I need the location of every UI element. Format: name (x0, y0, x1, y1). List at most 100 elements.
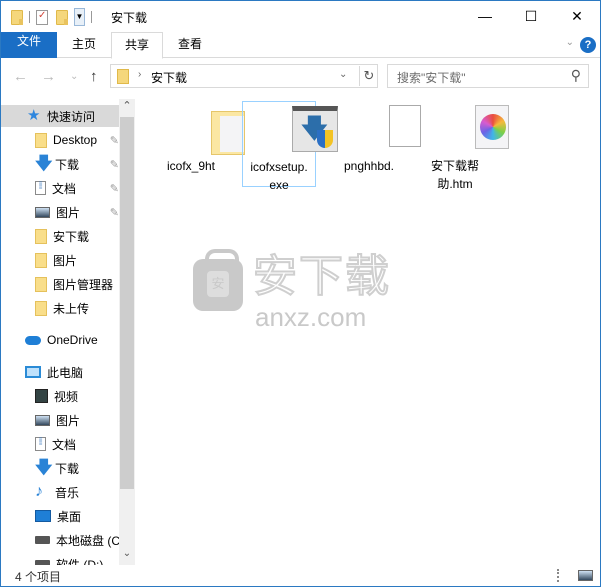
sidebar-item-pc-documents[interactable]: ≡ ≡ 文档 (35, 433, 76, 455)
search-input[interactable]: 搜索"安下载" ⚲ (387, 64, 589, 88)
sidebar-item-onedrive[interactable]: OneDrive (25, 329, 98, 351)
folder-icon (35, 276, 47, 292)
pictures-icon (35, 206, 50, 218)
tab-file[interactable]: 文件 (1, 32, 57, 58)
blank-file-icon (389, 105, 421, 147)
file-name-line2: 助.htm (437, 177, 473, 191)
breadcrumb-current[interactable]: 安下载 (151, 69, 187, 86)
pictures-icon (35, 414, 50, 426)
sidebar-item-local-disk-c[interactable]: 本地磁盘 (C (35, 529, 120, 551)
sidebar-item-downloads[interactable]: 🡇 下载 ✎ (35, 153, 119, 175)
help-icon[interactable]: ? (580, 37, 596, 53)
download-icon: 🡇 (35, 154, 53, 173)
sidebar-item-music[interactable]: ♪ 音乐 (35, 481, 79, 503)
item-count: 4 个项目 (15, 570, 62, 584)
folder-icon (35, 228, 47, 244)
refresh-button[interactable]: ↻ (359, 66, 378, 86)
cloud-icon (25, 335, 41, 345)
properties-icon[interactable] (36, 9, 48, 25)
video-icon (35, 389, 48, 403)
sidebar-item-this-pc[interactable]: 此电脑 (25, 361, 83, 383)
disk-icon (35, 536, 50, 544)
sidebar-item-desktop[interactable]: Desktop ✎ (35, 129, 119, 151)
breadcrumb-chevron-icon[interactable]: › (138, 69, 141, 80)
pin-icon: ✎ (109, 134, 119, 147)
file-item-blank[interactable]: pnghhbd. (332, 101, 421, 175)
download-icon: 🡇 (35, 458, 53, 477)
search-icon[interactable]: ⚲ (571, 67, 581, 84)
file-item-exe[interactable]: 🡇 icofxsetup. exe (242, 101, 338, 192)
file-name: icofx_9ht (166, 159, 216, 173)
close-button[interactable]: ✕ (554, 1, 600, 31)
sidebar-item-label: 未上传 (53, 301, 90, 316)
expand-ribbon-icon[interactable]: ⌄ (566, 37, 574, 48)
tab-home[interactable]: 主页 (59, 32, 109, 58)
recent-locations-button[interactable]: ⌄ (70, 71, 78, 82)
address-bar[interactable]: › 安下载 ⌄ ↻ (110, 64, 378, 88)
scroll-up-icon[interactable]: ⌃ (119, 99, 135, 116)
sidebar-item-pc-downloads[interactable]: 🡇 下载 (35, 457, 79, 479)
navigation-scrollbar[interactable]: ⌃ ⌄ (119, 99, 135, 565)
status-bar: 4 个项目 (1, 565, 600, 587)
scrollbar-thumb[interactable] (120, 117, 134, 489)
desktop-icon (35, 510, 51, 522)
watermark-en-text: anxz.com (255, 302, 367, 332)
sidebar-item-documents[interactable]: ≡ ≡ 文档 ✎ (35, 177, 119, 199)
separator (29, 11, 30, 23)
sidebar-item-label: 本地磁盘 (C (56, 533, 120, 548)
sidebar-item-label: 图片 (56, 413, 81, 428)
large-icons-view-icon[interactable] (578, 570, 593, 581)
sidebar-item-desktop-pc[interactable]: 桌面 (35, 505, 81, 527)
forward-button[interactable]: → (41, 68, 56, 85)
sidebar-item-label: 图片 (53, 253, 78, 268)
folder-icon (211, 111, 245, 155)
sidebar-item-label: 文档 (52, 437, 77, 452)
sidebar-item-pc-pictures[interactable]: 图片 (35, 409, 80, 431)
tab-view[interactable]: 查看 (165, 32, 215, 58)
sidebar-item-label: 下载 (55, 461, 80, 476)
back-button[interactable]: ← (13, 68, 28, 85)
navigation-pane: ★ 快速访问 Desktop ✎ 🡇 下载 ✎ ≡ ≡ 文档 ✎ 图片 ✎ 安下载 (1, 99, 135, 565)
folder-icon (35, 252, 47, 268)
explorer-window: ▼ 安下载 — ☐ ✕ 文件 主页 共享 查看 ⌄ ? ← → ⌄ ↑ › 安下… (0, 0, 601, 587)
pin-icon: ✎ (109, 206, 119, 219)
music-icon: ♪ (35, 483, 43, 500)
folder-icon (35, 300, 47, 316)
minimize-button[interactable]: — (462, 1, 508, 31)
sidebar-item-pictures-folder[interactable]: 图片 (35, 249, 77, 271)
details-view-icon[interactable] (557, 569, 569, 582)
watermark-bag-icon: 安 (193, 249, 243, 311)
sidebar-item-disk-d[interactable]: 软件 (D:) (35, 553, 103, 565)
file-name-line1: 安下载帮 (430, 159, 479, 173)
new-folder-icon[interactable] (56, 9, 68, 25)
sidebar-item-label: 图片管理器 (53, 277, 114, 292)
search-placeholder: 搜索"安下载" (397, 71, 466, 85)
sidebar-item-label: 此电脑 (47, 365, 84, 380)
up-button[interactable]: ↑ (90, 68, 98, 85)
sidebar-item-quick-access[interactable]: ★ 快速访问 (1, 105, 119, 127)
tab-share[interactable]: 共享 (111, 32, 163, 59)
sidebar-item-label: OneDrive (47, 333, 98, 347)
sidebar-item-pictures[interactable]: 图片 ✎ (35, 201, 119, 223)
sidebar-item-label: 安下载 (53, 229, 90, 244)
file-item-htm[interactable]: 安下载帮 助.htm (418, 101, 509, 193)
address-dropdown-icon[interactable]: ⌄ (339, 69, 347, 80)
star-icon: ★ (27, 107, 41, 124)
scroll-down-icon[interactable]: ⌄ (119, 548, 135, 565)
sidebar-item-picture-manager[interactable]: 图片管理器 (35, 273, 113, 295)
file-name: pnghhbd. (343, 159, 395, 173)
customize-toolbar-dropdown[interactable]: ▼ (74, 8, 85, 26)
sidebar-item-videos[interactable]: 视频 (35, 385, 78, 407)
computer-icon (25, 366, 41, 378)
sidebar-item-label: 快速访问 (47, 109, 96, 124)
folder-icon[interactable] (11, 9, 23, 25)
sidebar-item-anxz[interactable]: 安下载 (35, 225, 89, 247)
sidebar-item-not-uploaded[interactable]: 未上传 (35, 297, 89, 319)
window-title: 安下载 (111, 11, 148, 25)
title-bar: ▼ 安下载 — ☐ ✕ (1, 1, 600, 32)
file-item-folder[interactable]: icofx_9ht (154, 101, 245, 175)
maximize-button[interactable]: ☐ (508, 1, 554, 31)
sidebar-item-label: 音乐 (55, 485, 80, 500)
watermark: 安 安下载 anxz.com (193, 249, 413, 332)
watermark-cn-text: 安下载 (252, 252, 391, 301)
